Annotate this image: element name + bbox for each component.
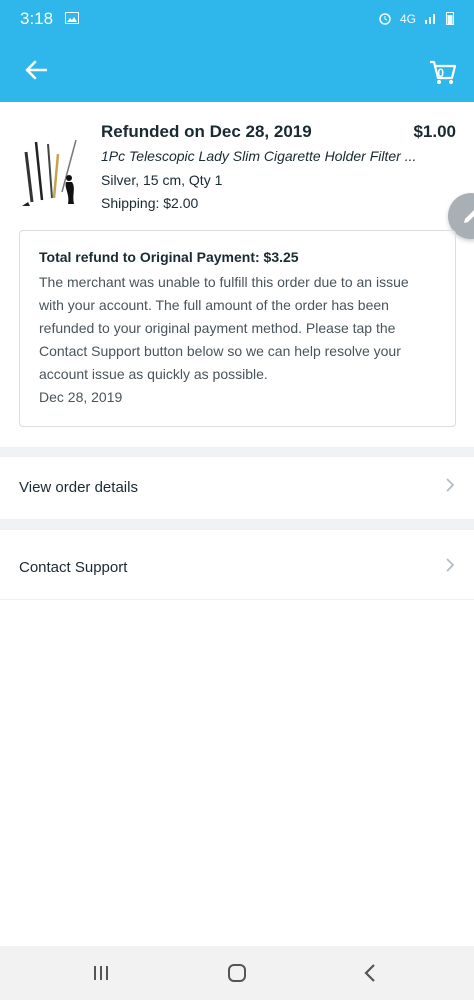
back-button[interactable] (20, 54, 52, 86)
app-bar: 0 (0, 38, 474, 102)
cart-count: 0 (437, 66, 444, 80)
status-bar: 3:18 4G (0, 0, 474, 38)
chevron-right-icon (445, 557, 455, 577)
network-label: 4G (399, 12, 416, 26)
order-card: Refunded on Dec 28, 2019 $1.00 1Pc Teles… (0, 102, 474, 447)
signal-icon (424, 12, 438, 27)
shipping-cost: Shipping: $2.00 (101, 195, 199, 211)
recent-apps-button[interactable] (86, 958, 116, 988)
refund-info-box: Total refund to Original Payment: $3.25 … (19, 230, 456, 427)
home-icon (228, 964, 246, 982)
order-status: Refunded on Dec 28, 2019 (101, 122, 312, 141)
cart-button[interactable]: 0 (424, 52, 460, 88)
status-time: 3:18 (20, 9, 54, 28)
view-order-details-label: View order details (19, 478, 138, 496)
pencil-icon (464, 210, 474, 223)
status-icons: 4G (378, 11, 454, 28)
product-thumbnail[interactable] (18, 132, 84, 212)
chevron-left-icon (364, 964, 375, 982)
view-order-details-row[interactable]: View order details (0, 455, 474, 520)
section-divider (0, 520, 474, 530)
arrow-left-icon (25, 60, 47, 80)
contact-support-label: Contact Support (19, 558, 128, 576)
product-variant: Silver, 15 cm, Qty 1 (101, 172, 223, 188)
contact-support-row[interactable]: Contact Support (0, 535, 474, 600)
gallery-icon (65, 9, 80, 29)
refund-date: Dec 28, 2019 (39, 389, 123, 405)
system-nav-bar (0, 946, 474, 1000)
back-nav-button[interactable] (355, 958, 385, 988)
chevron-right-icon (445, 477, 455, 497)
order-price: $1.00 (413, 122, 456, 141)
home-button[interactable] (222, 958, 252, 988)
refund-total: Total refund to Original Payment: $3.25 (39, 249, 299, 265)
refund-message: The merchant was unable to fulfill this … (39, 274, 409, 382)
battery-icon (446, 11, 454, 28)
recent-apps-icon (94, 966, 108, 980)
product-name[interactable]: 1Pc Telescopic Lady Slim Cigarette Holde… (101, 148, 461, 164)
alarm-icon (378, 11, 392, 28)
